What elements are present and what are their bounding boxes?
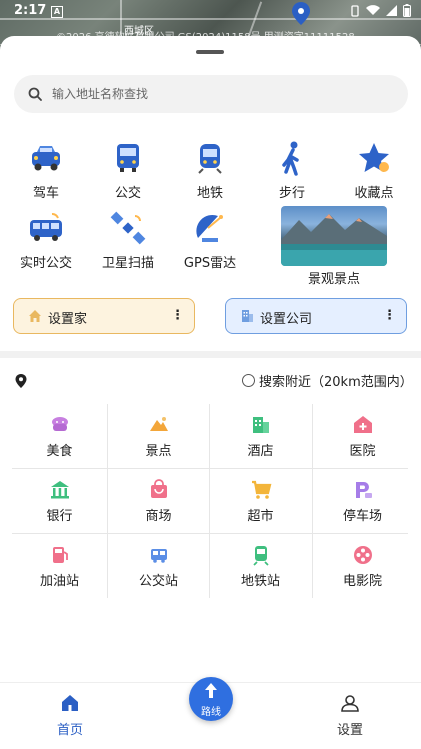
tab-settings[interactable]: 设置 (320, 693, 380, 738)
section-divider (0, 351, 421, 358)
satellite-icon (110, 211, 146, 245)
feature-label: 公交 (114, 186, 141, 201)
feature-label: 实时公交 (19, 256, 72, 271)
feature-drive[interactable]: 驾车 (6, 138, 86, 204)
category-grid: 美食 景点 酒店 医院 银行 商场 超市 停车场 加油站 公交站 地铁站 电影院 (12, 404, 408, 598)
category-bus-stop[interactable]: 公交站 (109, 534, 208, 598)
feature-gps-radar[interactable]: GPS雷达 (170, 208, 250, 274)
gas-station-icon (52, 547, 68, 563)
category-scenic[interactable]: 景点 (109, 404, 208, 468)
work-more-icon[interactable]: ⋮ (383, 309, 396, 323)
feature-favorites[interactable]: 收藏点 (334, 138, 414, 204)
user-icon (341, 695, 359, 712)
category-gas-station[interactable]: 加油站 (10, 534, 109, 598)
parking-icon (355, 482, 372, 498)
home-label: 设置家 (48, 312, 88, 327)
feature-label: 卫星扫描 (101, 256, 154, 271)
scenic-spot-icon (149, 417, 168, 431)
bus-icon (117, 144, 139, 172)
feature-satellite[interactable]: 卫星扫描 (88, 208, 168, 274)
category-label: 美食 (46, 444, 73, 459)
hospital-icon (353, 416, 372, 433)
signal-icon (386, 5, 397, 16)
category-parking[interactable]: 停车场 (313, 469, 412, 533)
scenic-label: 景观景点 (307, 272, 360, 287)
star-icon (359, 143, 389, 172)
set-home-button[interactable]: 设置家 ⋮ (13, 298, 195, 334)
vibrate-icon (351, 4, 359, 17)
cinema-icon (353, 546, 372, 564)
drag-handle[interactable] (196, 50, 224, 54)
realtime-bus-icon (30, 213, 62, 241)
category-label: 银行 (46, 509, 73, 524)
category-cinema[interactable]: 电影院 (313, 534, 412, 598)
work-label: 设置公司 (260, 312, 313, 327)
category-label: 商场 (145, 509, 172, 524)
category-label: 停车场 (342, 509, 382, 524)
home-icon (62, 695, 78, 711)
category-hospital[interactable]: 医院 (313, 404, 412, 468)
route-label: 路线 (201, 707, 221, 718)
category-bank[interactable]: 银行 (10, 469, 109, 533)
category-label: 景点 (145, 444, 172, 459)
category-metro-station[interactable]: 地铁站 (211, 534, 310, 598)
feature-label: 驾车 (32, 186, 59, 201)
hotel-icon (252, 417, 269, 433)
set-work-button[interactable]: 设置公司 ⋮ (225, 298, 407, 334)
scenic-photo[interactable] (281, 206, 387, 266)
nearby-label: 搜索附近（20km范围内） (259, 375, 413, 390)
wifi-icon (366, 5, 380, 16)
route-button[interactable]: 路线 (189, 677, 233, 721)
search-bar[interactable] (14, 75, 408, 113)
route-arrow-icon (205, 683, 217, 698)
bank-icon (50, 481, 69, 499)
feature-subway[interactable]: 地铁 (170, 138, 250, 204)
battery-icon (403, 4, 411, 17)
category-mall[interactable]: 商场 (109, 469, 208, 533)
search-nearby-option[interactable]: 搜索附近（20km范围内） (242, 371, 413, 390)
car-icon (32, 146, 60, 171)
bottom-tab-bar: 首页 路线 设置 (0, 677, 421, 749)
category-label: 地铁站 (240, 574, 280, 589)
metro-station-icon (252, 546, 269, 566)
feature-label: 步行 (278, 186, 305, 201)
nearby-radio[interactable] (242, 374, 255, 387)
location-pin-icon (15, 374, 27, 388)
feature-walk[interactable]: 步行 (252, 138, 332, 204)
feature-label: 地铁 (196, 186, 223, 201)
feature-bus[interactable]: 公交 (88, 138, 168, 204)
category-label: 公交站 (138, 574, 178, 589)
category-label: 电影院 (342, 574, 382, 589)
category-supermarket[interactable]: 超市 (211, 469, 310, 533)
food-icon (51, 417, 68, 431)
status-time: 2:17 (14, 3, 47, 18)
radar-icon (196, 214, 223, 242)
category-label: 酒店 (247, 444, 274, 459)
tab-settings-label: 设置 (336, 723, 363, 738)
bus-stop-icon (150, 549, 167, 563)
category-label: 超市 (247, 509, 274, 524)
category-label: 医院 (349, 444, 376, 459)
category-food[interactable]: 美食 (10, 404, 109, 468)
feature-label: 收藏点 (354, 186, 394, 201)
home-more-icon[interactable]: ⋮ (171, 309, 184, 323)
category-hotel[interactable]: 酒店 (211, 404, 310, 468)
category-label: 加油站 (39, 574, 79, 589)
notification-a-icon: A (51, 6, 63, 18)
search-icon (28, 87, 42, 101)
search-input[interactable] (50, 86, 384, 102)
bottom-sheet: 驾车 公交 地铁 步行 收藏点 (0, 36, 421, 748)
supermarket-icon (251, 480, 271, 499)
feature-label: GPS雷达 (183, 256, 237, 271)
feature-realtime-bus[interactable]: 实时公交 (6, 208, 86, 274)
tab-home-label: 首页 (56, 723, 83, 738)
building-icon (242, 310, 253, 322)
status-bar: 2:17 A (0, 0, 421, 24)
house-icon (29, 310, 41, 322)
mall-icon (150, 479, 167, 498)
tab-home[interactable]: 首页 (40, 693, 100, 738)
subway-icon (198, 144, 222, 174)
walking-icon (282, 141, 299, 176)
